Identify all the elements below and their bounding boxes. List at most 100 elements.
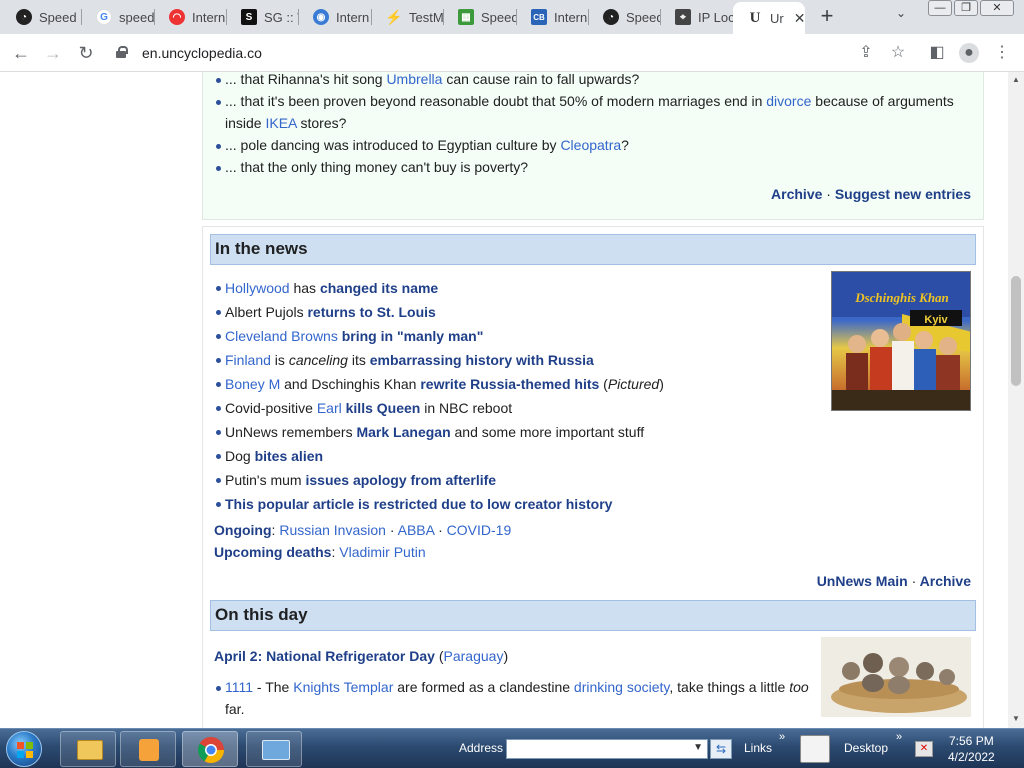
link-umbrella[interactable]: Umbrella	[386, 72, 442, 87]
tab-internet-2[interactable]: ◉ Intern	[299, 4, 372, 30]
back-button[interactable]: ←	[9, 41, 33, 65]
list-item: Hollywood has changed its name	[203, 276, 823, 300]
news-footer: UnNews Main · Archive	[816, 573, 971, 589]
news-headline-link[interactable]: bring in "manly man"	[342, 328, 484, 344]
list-item: This popular article is restricted due t…	[203, 492, 823, 516]
link-abba[interactable]: ABBA	[398, 522, 435, 538]
system-clock[interactable]: 7:56 PM 4/2/2022	[948, 733, 995, 765]
scrollbar-thumb[interactable]	[1011, 276, 1021, 386]
on-this-day-date-line: April 2: National Refrigerator Day (Para…	[214, 648, 509, 664]
address-bar[interactable]: en.uncyclopedia.co	[108, 38, 878, 68]
taskbar-address-input[interactable]: ▼	[506, 739, 708, 759]
speed-icon: ◉	[313, 9, 329, 25]
list-item: ... that Rihanna's hit song Umbrella can…	[203, 72, 973, 90]
news-headline-link[interactable]: returns to St. Louis	[307, 304, 435, 320]
scroll-up-icon[interactable]: ▲	[1012, 75, 1020, 84]
new-tab-button[interactable]: +	[815, 5, 839, 27]
link-divorce[interactable]: divorce	[766, 93, 811, 109]
scroll-down-icon[interactable]: ▼	[1012, 714, 1020, 723]
link-boney-m[interactable]: Boney M	[225, 376, 280, 392]
bookmark-star-icon[interactable]: ☆	[888, 43, 908, 63]
album-cover-graphic: Dschinghis Khan Kyiv	[832, 272, 970, 410]
tab-ip-location[interactable]: ⌖ IP Loc	[661, 4, 733, 30]
tab-speedtest-3[interactable]: ◔ Speed	[589, 4, 661, 30]
did-you-know-footer: Archive · Suggest new entries	[771, 186, 971, 202]
national-refrigerator-day-link[interactable]: National Refrigerator Day	[266, 648, 435, 664]
tab-sg[interactable]: SSG :: V	[227, 4, 299, 30]
link-cleopatra[interactable]: Cleopatra	[560, 137, 621, 153]
desktop-toolbar-label: Desktop	[844, 741, 889, 755]
on-this-day-list: 1111 - The Knights Templar are formed as…	[203, 676, 813, 720]
taskbar-chrome-button[interactable]	[182, 731, 238, 767]
taskbar-explorer-button[interactable]	[60, 731, 116, 767]
link-covid-19[interactable]: COVID-19	[447, 522, 512, 538]
link-russian-invasion[interactable]: Russian Invasion	[279, 522, 386, 538]
link-drinking-society[interactable]: drinking society	[574, 679, 669, 695]
page-scrollbar[interactable]: ▲ ▼	[1008, 72, 1024, 728]
tab-internet-1[interactable]: ◠ Intern	[155, 4, 227, 30]
list-item: Cleveland Browns bring in "manly man"	[203, 324, 823, 348]
reload-button[interactable]: ↻	[74, 41, 98, 65]
kittens-basket-image[interactable]	[821, 637, 971, 717]
lock-icon	[116, 46, 128, 58]
news-headline-link[interactable]: Mark Lanegan	[356, 424, 450, 440]
news-headline-link[interactable]: This popular article is restricted due t…	[225, 496, 612, 512]
link-earl[interactable]: Earl	[317, 400, 342, 416]
link-finland[interactable]: Finland	[225, 352, 271, 368]
tab-testmy[interactable]: ⚡ TestM	[372, 4, 444, 30]
link-cleveland-browns[interactable]: Cleveland Browns	[225, 328, 338, 344]
start-button[interactable]	[6, 731, 42, 767]
tab-uncyclopedia-active[interactable]: U Ur ✕	[733, 2, 805, 34]
link-vladimir-putin[interactable]: Vladimir Putin	[339, 544, 425, 560]
menu-kebab-icon[interactable]: ⋮	[992, 43, 1012, 63]
news-headline-link[interactable]: rewrite Russia-themed hits	[420, 376, 599, 392]
tab-google-speed[interactable]: Gspeed	[82, 4, 155, 30]
list-item: Boney M and Dschinghis Khan rewrite Russ…	[203, 372, 823, 396]
link-year-1111[interactable]: 1111	[225, 679, 253, 695]
taskbar-media-player-button[interactable]	[120, 731, 176, 767]
kittens-graphic	[821, 637, 971, 717]
link-ikea[interactable]: IKEA	[265, 115, 296, 131]
share-icon[interactable]: ⇪	[856, 43, 876, 63]
address-toolbar-label: Address	[459, 741, 504, 755]
ongoing-label-link[interactable]: Ongoing	[214, 522, 272, 538]
minimize-button[interactable]: —	[928, 0, 952, 16]
tab-search-chevron-icon[interactable]: ⌄	[896, 6, 906, 20]
profile-avatar-icon[interactable]: ●	[959, 43, 979, 63]
news-headline-link[interactable]: changed its name	[320, 280, 438, 296]
link-knights-templar[interactable]: Knights Templar	[293, 679, 393, 695]
tab-internet-3[interactable]: CB Intern	[517, 4, 589, 30]
news-headline-link[interactable]: kills Queen	[346, 400, 421, 416]
url-text: en.uncyclopedia.co	[142, 45, 262, 61]
news-headline-link[interactable]: issues apology from afterlife	[305, 472, 496, 488]
archive-link[interactable]: Archive	[771, 186, 822, 202]
unnews-main-link[interactable]: UnNews Main	[817, 573, 908, 589]
close-tab-icon[interactable]: ✕	[794, 10, 805, 27]
on-this-day-heading: On this day	[210, 600, 976, 631]
suggest-new-entries-link[interactable]: Suggest new entries	[835, 186, 971, 202]
chevron-right-icon[interactable]: »	[779, 731, 785, 743]
link-hollywood[interactable]: Hollywood	[225, 280, 290, 296]
news-headline-link[interactable]: bites alien	[255, 448, 323, 464]
tab-speed-2[interactable]: ▦ Speed	[444, 4, 517, 30]
network-error-icon[interactable]: ✕	[915, 741, 933, 757]
side-panel-icon[interactable]: ◧	[927, 43, 947, 63]
link-paraguay[interactable]: Paraguay	[444, 648, 504, 664]
news-archive-link[interactable]: Archive	[920, 573, 971, 589]
chrome-icon	[197, 737, 225, 764]
chevron-right-icon[interactable]: »	[896, 731, 902, 743]
restore-button[interactable]: ❐	[954, 0, 978, 16]
go-button[interactable]: ⇆	[710, 739, 732, 759]
page-viewport: ... that Rihanna's hit song Umbrella can…	[0, 72, 1008, 728]
notepad-icon[interactable]	[800, 735, 830, 763]
list-item: Putin's mum issues apology from afterlif…	[203, 468, 823, 492]
close-window-button[interactable]: ✕	[980, 0, 1014, 16]
news-headline-link[interactable]: embarrassing history with Russia	[370, 352, 594, 368]
dschinghis-khan-album-image[interactable]: Dschinghis Khan Kyiv	[831, 271, 971, 411]
dropdown-arrow-icon[interactable]: ▼	[693, 742, 703, 753]
tab-speedtest-1[interactable]: ◔ Speed	[2, 4, 82, 30]
date-link[interactable]: April 2:	[214, 648, 262, 664]
forward-button[interactable]: →	[41, 41, 65, 65]
upcoming-deaths-label-link[interactable]: Upcoming deaths	[214, 544, 331, 560]
taskbar-control-panel-button[interactable]	[246, 731, 302, 767]
